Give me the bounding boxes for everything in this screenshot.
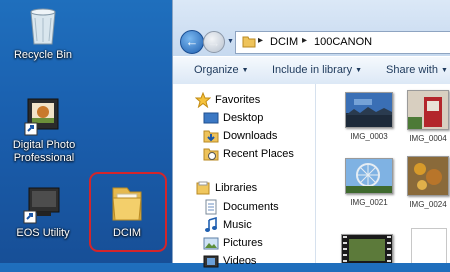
breadcrumb-dcim[interactable]: DCIM — [270, 36, 298, 48]
file-thumbnail[interactable]: IMG_0021 — [345, 158, 393, 207]
organize-button[interactable]: Organize ▼ — [194, 64, 249, 76]
documents-icon — [203, 199, 219, 218]
libraries-icon — [195, 180, 211, 199]
file-name: IMG_0004 — [409, 134, 447, 143]
recent-places-icon — [203, 146, 219, 165]
file-thumbnail[interactable] — [341, 234, 393, 263]
dropdown-caret-icon: ▼ — [355, 67, 363, 74]
desktop-icon-digital-photo-professional[interactable]: Digital Photo Professional — [1, 96, 87, 165]
document-file-icon — [411, 228, 447, 263]
file-thumbnail[interactable] — [411, 228, 447, 263]
video-thumbnail-image — [341, 234, 393, 263]
share-label: Share with — [386, 64, 438, 76]
desktop-icon-eos-utility[interactable]: EOS Utility — [1, 184, 85, 240]
dropdown-caret-icon: ▼ — [440, 67, 448, 74]
address-box[interactable]: ▸ DCIM ▸ 100CANON — [235, 31, 450, 54]
pictures-icon — [203, 235, 219, 254]
eos-utility-icon — [23, 184, 63, 224]
nav-label: Documents — [223, 201, 279, 213]
folder-icon — [242, 36, 256, 51]
breadcrumb-separator-icon[interactable]: ▸ — [258, 35, 263, 46]
file-list: IMG_0003 IMG_0004 IMG_0021 IMG_0024 — [316, 84, 450, 263]
nav-label: Pictures — [223, 237, 263, 249]
photo-thumbnail-image — [407, 156, 449, 196]
downloads-folder-icon — [203, 128, 219, 147]
nav-label: Downloads — [223, 130, 278, 142]
explorer-window: ← → ▼ ▸ DCIM ▸ 100CANON Organize ▼ Includ… — [172, 0, 450, 268]
digital-photo-professional-icon — [24, 96, 64, 136]
recent-pages-dropdown-icon[interactable]: ▼ — [227, 38, 234, 45]
folder-icon — [107, 184, 147, 224]
desktop-icon-label: Recycle Bin — [13, 49, 73, 61]
photo-thumbnail-image — [407, 90, 449, 130]
breadcrumb-100canon[interactable]: 100CANON — [314, 36, 372, 48]
include-in-library-button[interactable]: Include in library ▼ — [272, 64, 362, 76]
desktop-icon — [203, 110, 219, 129]
music-icon — [203, 216, 219, 236]
nav-label: Videos — [223, 255, 257, 267]
forward-button[interactable]: → — [203, 31, 225, 53]
file-thumbnail[interactable]: IMG_0004 — [407, 90, 449, 143]
nav-label: Favorites — [215, 94, 261, 106]
photo-thumbnail-image — [345, 92, 393, 128]
nav-label: Recent Places — [223, 148, 294, 160]
recycle-bin-icon — [25, 4, 61, 46]
desktop-icon-label: Digital Photo Professional — [12, 139, 76, 164]
forward-arrow-icon: → — [207, 35, 221, 50]
photo-thumbnail-image — [345, 158, 393, 194]
navigation-pane: Favorites Desktop Downloads Recent Place… — [173, 84, 316, 268]
nav-label: Desktop — [223, 112, 264, 124]
nav-label: Libraries — [215, 182, 258, 194]
dropdown-caret-icon: ▼ — [241, 67, 249, 74]
back-arrow-icon: ← — [185, 34, 199, 49]
breadcrumb-separator-icon[interactable]: ▸ — [302, 35, 307, 46]
command-bar: Organize ▼ Include in library ▼ Share with… — [173, 56, 450, 85]
include-label: Include in library — [272, 64, 353, 76]
share-with-button[interactable]: Share with ▼ — [386, 64, 448, 76]
file-thumbnail[interactable]: IMG_0024 — [407, 156, 449, 209]
file-name: IMG_0021 — [350, 198, 388, 207]
star-icon — [194, 91, 212, 111]
file-name: IMG_0024 — [409, 200, 447, 209]
file-name: IMG_0003 — [350, 132, 388, 141]
organize-label: Organize — [194, 64, 239, 76]
desktop-icon-recycle-bin[interactable]: Recycle Bin — [1, 4, 85, 62]
back-button[interactable]: ← — [180, 30, 204, 54]
address-bar-area: ← → ▼ ▸ DCIM ▸ 100CANON — [173, 0, 450, 56]
desktop-icon-label: EOS Utility — [16, 227, 70, 239]
file-thumbnail[interactable]: IMG_0003 — [345, 92, 393, 141]
desktop-icon-dcim[interactable]: DCIM — [89, 172, 167, 252]
nav-label: Music — [223, 219, 252, 231]
